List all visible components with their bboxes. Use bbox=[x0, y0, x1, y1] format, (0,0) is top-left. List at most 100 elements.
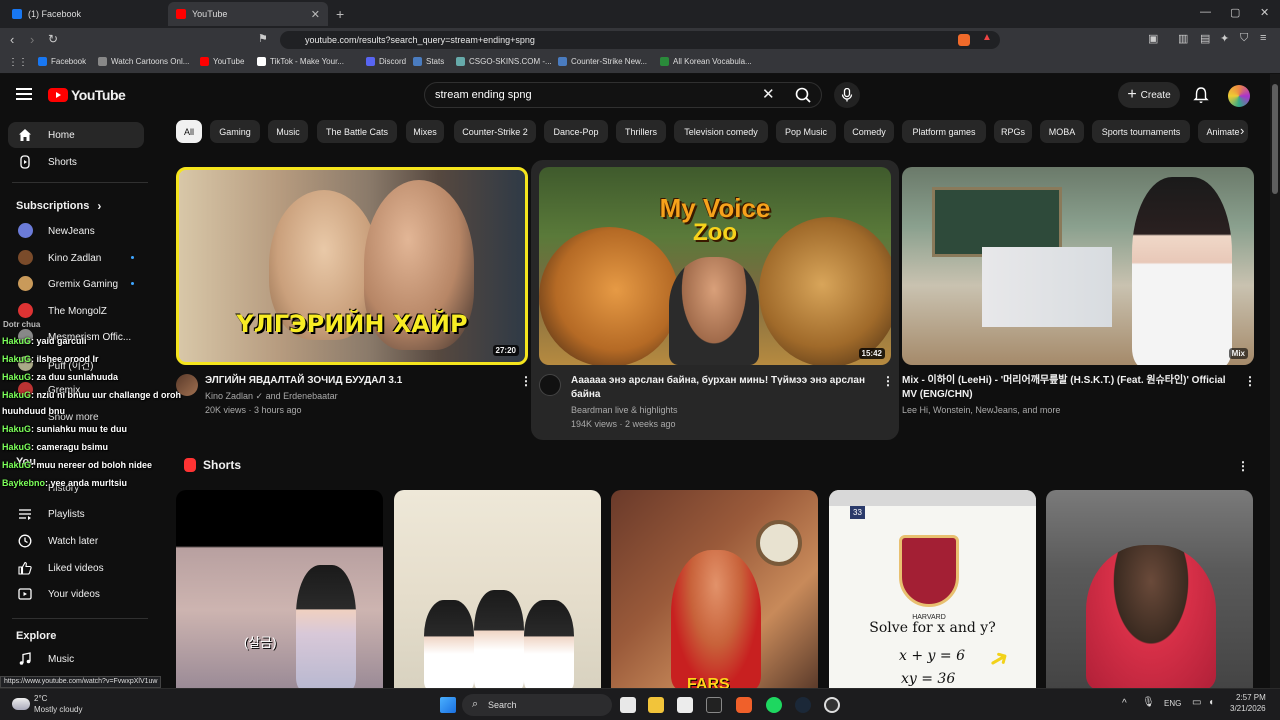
channel-avatar[interactable] bbox=[539, 374, 561, 396]
brave-shield-icon[interactable] bbox=[958, 34, 970, 46]
sidebar-toggle-icon[interactable]: ▣ bbox=[1148, 32, 1158, 45]
video-thumbnail[interactable]: ҮЛГЭРИЙН ХАЙР 27:20 bbox=[176, 167, 528, 365]
store-icon[interactable] bbox=[677, 697, 693, 713]
chips-next-chevron-icon[interactable]: › bbox=[1240, 123, 1244, 138]
bookmark-icon[interactable]: ⚑ bbox=[258, 32, 268, 45]
short-card[interactable] bbox=[1046, 490, 1253, 690]
filter-chip[interactable]: Television comedy bbox=[674, 120, 768, 143]
short-card[interactable]: 33 HARVARD Solve for x and y? x + y = 6 … bbox=[829, 490, 1036, 690]
clock-time[interactable]: 2:57 PM bbox=[1236, 693, 1266, 702]
filter-chip[interactable]: Gaming bbox=[210, 120, 260, 143]
volume-icon[interactable]: ◖ bbox=[1208, 697, 1214, 708]
bookmark-item[interactable]: YouTube bbox=[200, 57, 244, 66]
tab-facebook[interactable]: (1) Facebook bbox=[4, 2, 164, 26]
filter-chip[interactable]: Music bbox=[268, 120, 308, 143]
brave-rewards-icon[interactable]: ▲ bbox=[982, 32, 992, 43]
task-view-icon[interactable] bbox=[620, 697, 636, 713]
minimize-icon[interactable]: — bbox=[1200, 6, 1211, 18]
create-button[interactable]: + Create bbox=[1118, 82, 1180, 108]
scrollbar-thumb[interactable] bbox=[1272, 84, 1278, 194]
maximize-icon[interactable]: ▢ bbox=[1230, 6, 1240, 19]
video-channel[interactable]: Lee Hi, Wonstein, NewJeans, and more bbox=[902, 403, 1060, 417]
short-card[interactable]: (살금) bbox=[176, 490, 383, 690]
short-card[interactable]: FARS bbox=[611, 490, 818, 690]
weather-desc[interactable]: Mostly cloudy bbox=[34, 705, 82, 714]
windows-start-icon[interactable] bbox=[440, 697, 456, 713]
video-title[interactable]: ЭЛГИЙН ЯВДАЛТАЙ ЗОЧИД БУУДАЛ 3.1 bbox=[205, 374, 505, 388]
wallet-icon[interactable]: ▤ bbox=[1200, 32, 1210, 45]
filter-chip[interactable]: Dance-Pop bbox=[544, 120, 608, 143]
sidebar-subscription-item[interactable]: NewJeans bbox=[8, 218, 144, 244]
filter-chip[interactable]: Pop Music bbox=[776, 120, 836, 143]
tab-youtube[interactable]: YouTube ✕ bbox=[168, 2, 328, 26]
sidebar-item-liked-videos[interactable]: Liked videos bbox=[8, 555, 144, 581]
sidebar-item-playlists[interactable]: Playlists bbox=[8, 501, 144, 527]
obs-icon[interactable] bbox=[824, 697, 840, 713]
bookmark-item[interactable]: TikTok - Make Your... bbox=[257, 57, 344, 66]
back-icon[interactable]: ‹ bbox=[10, 32, 14, 47]
more-options-icon[interactable]: ⋮ bbox=[520, 374, 532, 388]
close-tab-icon[interactable]: ✕ bbox=[311, 8, 320, 21]
video-thumbnail[interactable]: Mix bbox=[902, 167, 1254, 365]
filter-chip[interactable]: All bbox=[176, 120, 202, 143]
file-explorer-icon[interactable] bbox=[648, 697, 664, 713]
url-field[interactable]: youtube.com/results?search_query=stream+… bbox=[280, 31, 1000, 49]
sidebar-subscription-item[interactable]: Kino Zadlan bbox=[8, 245, 144, 271]
filter-chip[interactable]: Comedy bbox=[844, 120, 894, 143]
apps-icon[interactable]: ⋮⋮ bbox=[8, 57, 28, 68]
split-view-icon[interactable]: ▥ bbox=[1178, 32, 1188, 45]
subscriptions-heading[interactable]: Subscriptions › bbox=[16, 199, 101, 213]
filter-chip[interactable]: Thrillers bbox=[616, 120, 666, 143]
account-avatar[interactable] bbox=[1228, 85, 1250, 107]
epic-games-icon[interactable] bbox=[706, 697, 722, 713]
bookmark-item[interactable]: Discord bbox=[366, 57, 406, 66]
bookmark-item[interactable]: Watch Cartoons Onl... bbox=[98, 57, 189, 66]
notifications-bell-icon[interactable] bbox=[1193, 86, 1209, 104]
bookmark-item[interactable]: Facebook bbox=[38, 57, 86, 66]
tray-overflow-icon[interactable]: ^ bbox=[1122, 698, 1127, 709]
bookmark-item[interactable]: CSGO-SKINS.COM -... bbox=[456, 57, 552, 66]
filter-chip[interactable]: Mixes bbox=[406, 120, 444, 143]
video-channel[interactable]: Kino Zadlan ✓ and Erdenebaatar bbox=[205, 389, 338, 403]
sidebar-item-music[interactable]: Music bbox=[8, 646, 144, 672]
new-tab-icon[interactable]: + bbox=[336, 6, 344, 22]
clear-search-icon[interactable]: ✕ bbox=[762, 85, 775, 103]
bookmark-item[interactable]: All Korean Vocabula... bbox=[660, 57, 752, 66]
video-channel[interactable]: Beardman live & highlights bbox=[571, 403, 678, 417]
filter-chip[interactable]: Platform games bbox=[902, 120, 986, 143]
video-title[interactable]: Аааааа энэ арслан байна, бурхан минь! Тү… bbox=[571, 374, 871, 402]
short-card[interactable] bbox=[394, 490, 601, 690]
hamburger-menu-icon[interactable] bbox=[16, 88, 32, 102]
youtube-logo[interactable]: YouTube bbox=[48, 87, 126, 103]
close-window-icon[interactable]: ✕ bbox=[1260, 6, 1269, 19]
page-scrollbar[interactable] bbox=[1270, 74, 1280, 688]
sidebar-item-home[interactable]: Home bbox=[8, 122, 144, 148]
sidebar-item-shorts[interactable]: Shorts bbox=[8, 149, 144, 175]
filter-chip[interactable]: Counter-Strike 2 bbox=[454, 120, 536, 143]
brave-browser-icon[interactable] bbox=[736, 697, 752, 713]
video-thumbnail[interactable]: My Voice Zoo 15:42 bbox=[539, 167, 891, 365]
filter-chip[interactable]: MOBA bbox=[1040, 120, 1084, 143]
filter-chip[interactable]: RPGs bbox=[994, 120, 1032, 143]
spotify-icon[interactable] bbox=[766, 697, 782, 713]
steam-icon[interactable] bbox=[795, 697, 811, 713]
vpn-icon[interactable]: ⛉ bbox=[1240, 32, 1248, 45]
more-options-icon[interactable]: ⋮ bbox=[1244, 374, 1256, 388]
language-indicator[interactable]: ENG bbox=[1164, 699, 1181, 708]
shorts-more-options-icon[interactable]: ⋮ bbox=[1237, 459, 1249, 473]
sidebar-item-your-videos[interactable]: Your videos bbox=[8, 581, 144, 607]
sidebar-subscription-item[interactable]: Gremix Gaming bbox=[8, 271, 144, 297]
microphone-icon[interactable] bbox=[834, 82, 860, 108]
video-title[interactable]: Mix - 이하이 (LeeHi) - '머리어깨무릎발 (H.S.K.T.) … bbox=[902, 374, 1232, 402]
clock-date[interactable]: 3/21/2026 bbox=[1230, 704, 1266, 713]
more-options-icon[interactable]: ⋮ bbox=[882, 374, 894, 388]
filter-chip[interactable]: The Battle Cats bbox=[317, 120, 397, 143]
forward-icon[interactable]: › bbox=[30, 32, 34, 47]
weather-temp[interactable]: 2°C bbox=[34, 694, 47, 703]
filter-chip[interactable]: Sports tournaments bbox=[1092, 120, 1190, 143]
bookmark-item[interactable]: Counter-Strike New... bbox=[558, 57, 647, 66]
menu-icon[interactable]: ≡ bbox=[1260, 32, 1266, 44]
channel-avatar[interactable] bbox=[176, 374, 198, 396]
sidebar-item-watch-later[interactable]: Watch later bbox=[8, 528, 144, 554]
search-icon[interactable] bbox=[788, 83, 818, 107]
